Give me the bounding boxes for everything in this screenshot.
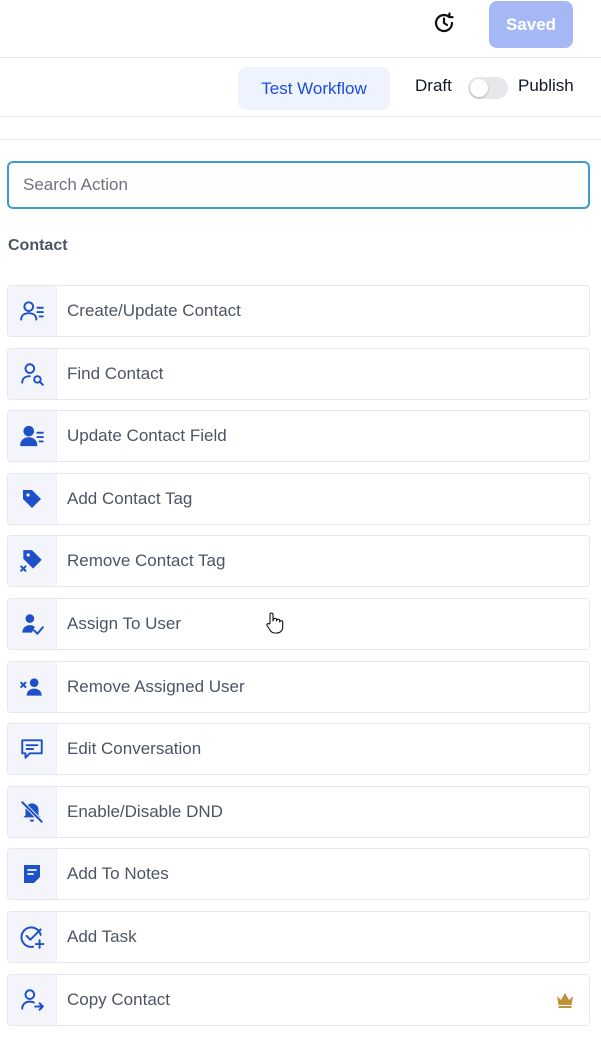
toggle-knob <box>470 79 488 97</box>
crown-premium-icon <box>557 992 573 1008</box>
icon-box <box>8 724 57 775</box>
icon-box <box>8 348 57 399</box>
history-icon <box>434 12 454 33</box>
history-button[interactable] <box>429 8 459 38</box>
action-label: Find Contact <box>67 363 164 383</box>
action-label: Update Contact Field <box>67 426 227 446</box>
notes-icon <box>24 865 40 884</box>
action-find-contact[interactable]: Find Contact <box>7 347 590 400</box>
search-action-input[interactable] <box>7 161 590 209</box>
action-enable-disable-dnd[interactable]: Enable/Disable DND <box>7 785 590 838</box>
action-label: Enable/Disable DND <box>67 801 223 821</box>
action-create-update-contact[interactable]: Create/Update Contact <box>7 285 590 337</box>
action-label: Copy Contact <box>67 989 170 1009</box>
publish-toggle[interactable] <box>468 77 508 99</box>
action-label: Add Task <box>67 926 137 946</box>
action-remove-contact-tag[interactable]: Remove Contact Tag <box>7 535 590 588</box>
icon-box <box>8 849 57 900</box>
add-task-icon <box>20 926 45 949</box>
copy-contact-icon <box>21 988 44 1011</box>
workflow-toolbar: Test Workflow Draft Publish <box>0 59 601 117</box>
action-list: Create/Update Contact Find Contact Updat… <box>7 285 590 1036</box>
test-workflow-button[interactable]: Test Workflow <box>238 67 390 110</box>
icon-box <box>8 536 57 587</box>
dnd-bell-off-icon <box>20 800 44 823</box>
tag-icon <box>23 489 41 508</box>
contact-list-icon <box>20 301 44 321</box>
contact-field-icon <box>20 426 44 447</box>
action-label: Add Contact Tag <box>67 488 193 508</box>
action-label: Edit Conversation <box>67 739 202 759</box>
top-bar: Saved <box>0 0 601 58</box>
icon-box <box>8 911 57 962</box>
remove-tag-icon <box>20 550 42 573</box>
action-label: Create/Update Contact <box>67 301 241 320</box>
action-add-contact-tag[interactable]: Add Contact Tag <box>7 472 590 525</box>
action-remove-assigned-user[interactable]: Remove Assigned User <box>7 660 590 713</box>
action-label: Assign To User <box>67 613 182 633</box>
action-label: Remove Contact Tag <box>67 551 226 571</box>
remove-user-icon <box>20 677 42 696</box>
icon-box <box>8 661 57 712</box>
draft-label: Draft <box>415 76 452 95</box>
assign-user-icon <box>22 614 44 635</box>
action-add-task[interactable]: Add Task <box>7 910 590 963</box>
action-assign-to-user[interactable]: Assign To User <box>7 597 590 650</box>
action-label: Remove Assigned User <box>67 676 245 696</box>
publish-label: Publish <box>518 76 574 95</box>
action-label: Add To Notes <box>67 864 169 884</box>
action-update-contact-field[interactable]: Update Contact Field <box>7 410 590 463</box>
divider <box>0 139 601 140</box>
icon-box <box>8 598 57 649</box>
action-copy-contact[interactable]: Copy Contact <box>7 973 590 1026</box>
icon-box <box>8 473 57 524</box>
conversation-icon <box>21 739 43 759</box>
action-edit-conversation[interactable]: Edit Conversation <box>7 723 590 776</box>
saved-button[interactable]: Saved <box>489 1 573 48</box>
icon-box <box>8 286 57 336</box>
icon-box <box>8 974 57 1025</box>
icon-box <box>8 786 57 837</box>
action-add-to-notes[interactable]: Add To Notes <box>7 848 590 901</box>
find-contact-icon <box>21 362 44 386</box>
icon-box <box>8 411 57 462</box>
section-title-contact: Contact <box>8 237 68 254</box>
